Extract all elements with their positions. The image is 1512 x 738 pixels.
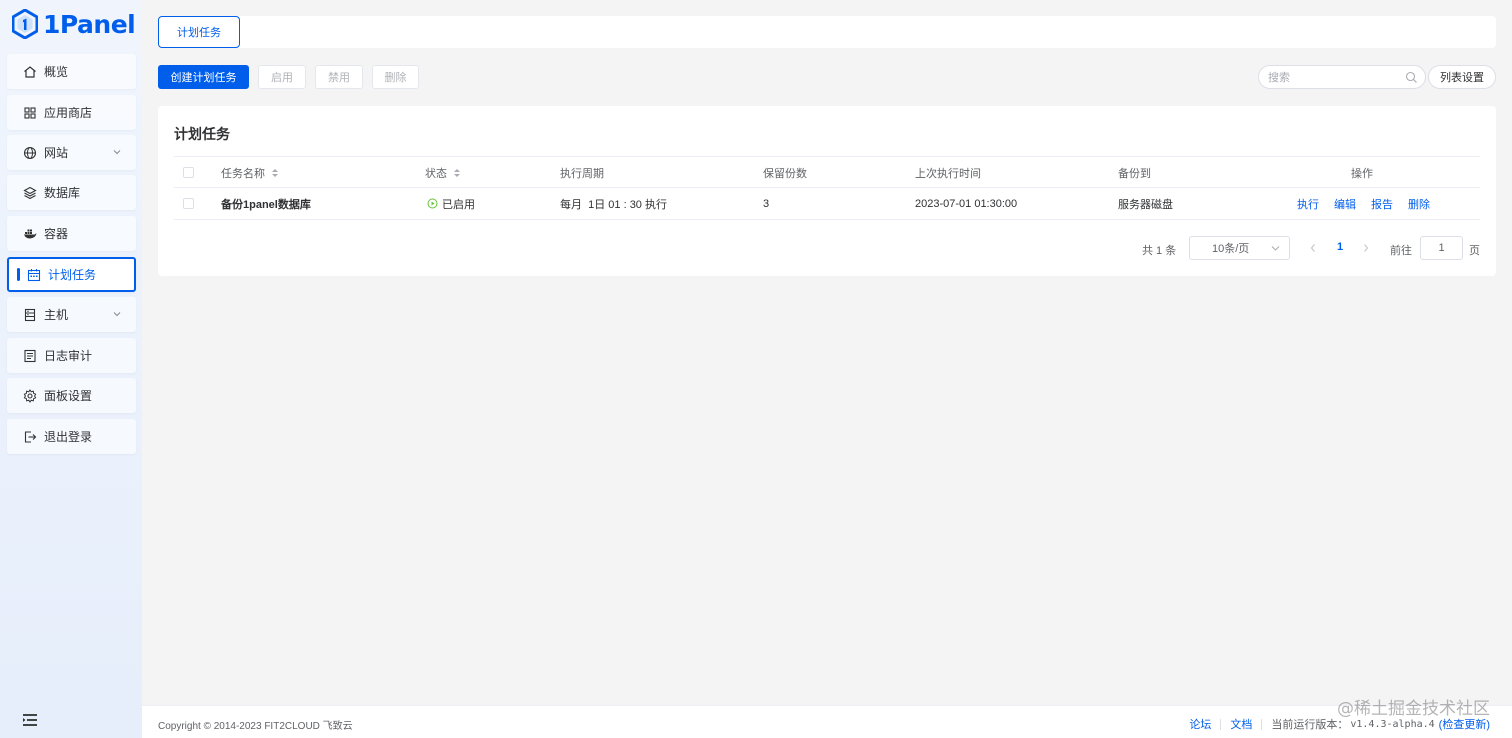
sidebar-item-website[interactable]: 网站 — [7, 135, 136, 170]
sidebar-item-label: 面板设置 — [44, 389, 93, 403]
tab-cronjob[interactable]: 计划任务 — [158, 16, 240, 48]
delete-button[interactable]: 删除 — [372, 65, 419, 89]
status-badge[interactable]: 已启用 — [427, 188, 475, 219]
chevron-down-icon[interactable] — [112, 309, 122, 319]
column-header-retain: 保留份数 — [763, 167, 807, 180]
version-text: v1.4.3-alpha.4 — [1350, 718, 1435, 730]
play-circle-icon — [427, 198, 438, 209]
cycle-cell: 每月 1日 01 : 30 执行 — [560, 198, 667, 211]
sidebar-item-label: 概览 — [44, 65, 69, 79]
gear-icon — [23, 388, 37, 403]
current-page-number[interactable]: 1 — [1337, 241, 1343, 253]
docker-icon — [23, 227, 37, 241]
actions-cell: 执行 编辑 报告 删除 — [1297, 188, 1445, 219]
disable-button[interactable]: 禁用 — [315, 65, 363, 89]
enable-button[interactable]: 启用 — [258, 65, 306, 89]
row-checkbox[interactable] — [183, 198, 194, 209]
target-cell: 服务器磁盘 — [1118, 198, 1173, 211]
active-indicator — [17, 268, 20, 281]
column-header-status[interactable]: 状态 — [425, 157, 461, 188]
column-header-cycle: 执行周期 — [560, 167, 604, 180]
sidebar-item-host[interactable]: 主机 — [7, 297, 136, 332]
edit-action[interactable]: 编辑 — [1334, 196, 1356, 212]
sidebar-item-label: 主机 — [44, 308, 69, 322]
sidebar-item-logout[interactable]: 退出登录 — [7, 419, 136, 454]
column-header-target: 备份到 — [1118, 167, 1151, 180]
sidebar-item-database[interactable]: 数据库 — [7, 175, 136, 210]
sidebar-item-log-audit[interactable]: 日志审计 — [7, 338, 136, 373]
home-icon — [23, 65, 37, 79]
sidebar-item-panel-settings[interactable]: 面板设置 — [7, 378, 136, 413]
logout-icon — [23, 430, 37, 444]
report-action[interactable]: 报告 — [1371, 196, 1393, 212]
sidebar: 1Panel 概览 应用商店 网站 数据库 容器 计划任务 主机 日志审计 面板… — [0, 0, 142, 738]
create-cronjob-button[interactable]: 创建计划任务 — [158, 65, 249, 89]
goto-unit: 页 — [1469, 245, 1480, 257]
card-title: 计划任务 — [174, 126, 230, 142]
collapse-menu-icon[interactable] — [22, 713, 38, 727]
search-input[interactable] — [1268, 70, 1398, 86]
divider — [1261, 718, 1263, 730]
goto-page-input[interactable] — [1420, 236, 1463, 260]
column-header-actions: 操作 — [1351, 167, 1373, 180]
sort-icon[interactable] — [453, 168, 461, 178]
logo-icon — [12, 9, 38, 39]
logo[interactable]: 1Panel — [12, 8, 136, 40]
pagination-total: 共 1 条 — [1142, 245, 1177, 257]
next-page-icon[interactable] — [1361, 241, 1371, 255]
goto-label: 前往 — [1390, 245, 1412, 257]
column-header-last-run: 上次执行时间 — [915, 167, 981, 180]
list-settings-button[interactable]: 列表设置 — [1428, 65, 1496, 89]
search-icon[interactable] — [1405, 71, 1418, 84]
copyright-text: Copyright © 2014-2023 FIT2CLOUD 飞致云 — [158, 721, 353, 732]
table-header: 任务名称 状态 执行周期 保留份数 上次执行时间 备份到 操作 — [174, 156, 1480, 188]
sidebar-item-container[interactable]: 容器 — [7, 216, 136, 251]
forum-link[interactable]: 论坛 — [1189, 716, 1211, 732]
sidebar-item-label: 网站 — [44, 146, 69, 160]
tab-bar: 计划任务 — [158, 16, 1496, 48]
chevron-down-icon[interactable] — [112, 147, 122, 157]
sidebar-item-label: 计划任务 — [48, 268, 97, 282]
log-icon — [23, 349, 37, 363]
sidebar-item-label: 退出登录 — [44, 430, 93, 444]
retain-cell: 3 — [763, 197, 770, 210]
sidebar-item-cronjob[interactable]: 计划任务 — [7, 257, 136, 292]
sidebar-item-label: 应用商店 — [44, 106, 93, 120]
cronjob-card: 计划任务 任务名称 状态 执行周期 保留份数 上次执行时间 备份到 操作 备份1… — [158, 106, 1496, 276]
divider — [1220, 718, 1222, 730]
layers-icon — [23, 186, 37, 200]
globe-icon — [23, 146, 37, 160]
server-icon — [23, 308, 37, 322]
column-header-name[interactable]: 任务名称 — [221, 157, 279, 188]
sidebar-item-overview[interactable]: 概览 — [7, 54, 136, 89]
watermark: @稀土掘金技术社区 — [1337, 699, 1490, 719]
last-run-cell: 2023-07-01 01:30:00 — [915, 197, 1018, 210]
select-all-checkbox[interactable] — [183, 167, 194, 178]
task-name-link[interactable]: 备份1panel数据库 — [221, 188, 311, 219]
cronjob-table: 任务名称 状态 执行周期 保留份数 上次执行时间 备份到 操作 备份1panel… — [174, 156, 1480, 220]
docs-link[interactable]: 文档 — [1230, 716, 1252, 732]
delete-action[interactable]: 删除 — [1408, 196, 1430, 212]
table-row: 备份1panel数据库 已启用 每月 1日 01 : 30 执行 3 2023-… — [174, 188, 1480, 220]
sidebar-item-app-store[interactable]: 应用商店 — [7, 95, 136, 130]
sidebar-item-label: 日志审计 — [44, 349, 93, 363]
search-box — [1258, 65, 1426, 89]
footer: Copyright © 2014-2023 FIT2CLOUD 飞致云 论坛 文… — [142, 705, 1512, 738]
grid-icon — [23, 106, 37, 120]
sort-icon[interactable] — [271, 168, 279, 178]
sidebar-item-label: 容器 — [44, 227, 69, 241]
chevron-down-icon — [1271, 246, 1280, 251]
sidebar-item-label: 数据库 — [44, 186, 81, 200]
page-size-select[interactable]: 10条/页 — [1189, 236, 1290, 260]
calendar-icon — [27, 268, 41, 282]
logo-text: 1Panel — [43, 9, 136, 39]
prev-page-icon[interactable] — [1308, 241, 1318, 255]
run-action[interactable]: 执行 — [1297, 196, 1319, 212]
